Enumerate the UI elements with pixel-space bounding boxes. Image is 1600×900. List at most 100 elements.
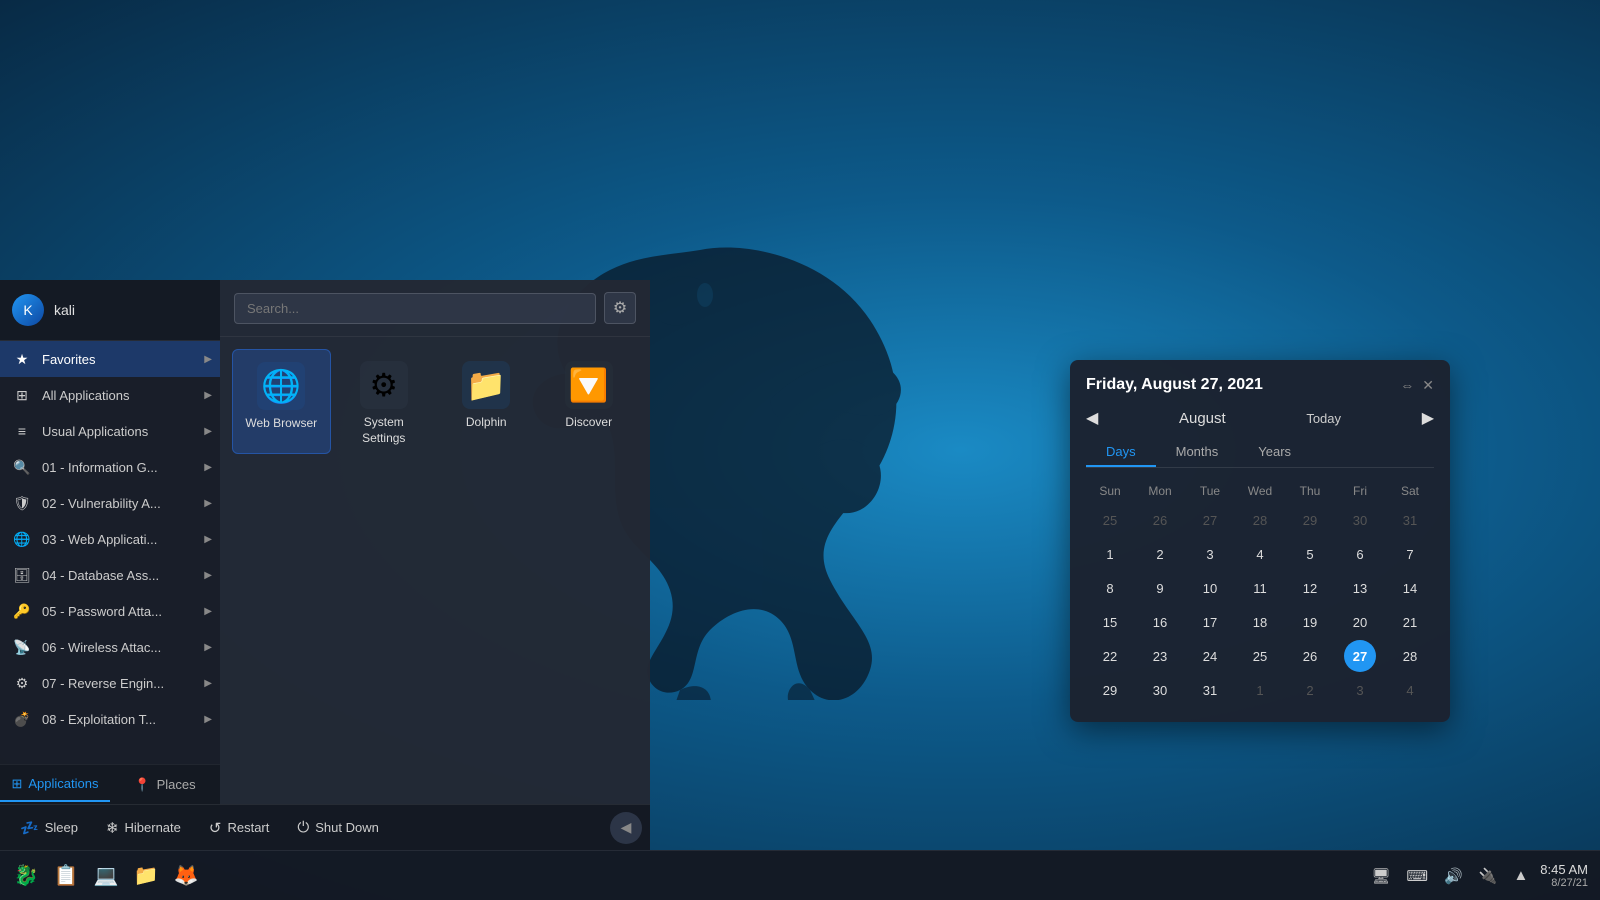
cal-day[interactable]: 9 xyxy=(1144,572,1176,604)
sidebar-item-04-db[interactable]: 🗄 04 - Database Ass... ▶ xyxy=(0,557,220,593)
calendar-close-icon[interactable]: ✕ xyxy=(1422,377,1434,394)
power-btn-hibernate[interactable]: ❄ Hibernate xyxy=(94,813,193,843)
cal-day[interactable]: 4 xyxy=(1244,538,1276,570)
power-btn-restart[interactable]: ↺ Restart xyxy=(197,813,281,843)
calendar-today-btn[interactable]: Today xyxy=(1306,411,1341,426)
tab-applications[interactable]: ⊞ Applications xyxy=(0,768,110,802)
cal-day[interactable]: 3 xyxy=(1194,538,1226,570)
cal-day[interactable]: 15 xyxy=(1094,606,1126,638)
cal-day[interactable]: 10 xyxy=(1194,572,1226,604)
app-item-discover[interactable]: 🔽 Discover xyxy=(540,349,639,454)
cal-day[interactable]: 29 xyxy=(1094,674,1126,706)
clock-widget[interactable]: 8:45 AM 8/27/21 xyxy=(1540,862,1588,889)
cal-day[interactable]: 17 xyxy=(1194,606,1226,638)
cal-day[interactable]: 31 xyxy=(1394,504,1426,536)
cal-day[interactable]: 21 xyxy=(1394,606,1426,638)
cal-day[interactable]: 11 xyxy=(1244,572,1276,604)
taskbar-icon-files[interactable]: 📁 xyxy=(128,858,164,894)
arrow-icon: ▶ xyxy=(204,462,212,473)
sidebar-item-03-web[interactable]: 🌐 03 - Web Applicati... ▶ xyxy=(0,521,220,557)
cal-tab-days[interactable]: Days xyxy=(1086,438,1156,467)
cal-day[interactable]: 27 xyxy=(1194,504,1226,536)
cal-day[interactable]: 12 xyxy=(1294,572,1326,604)
cal-tab-years[interactable]: Years xyxy=(1238,438,1311,467)
app-item-web-browser[interactable]: 🌐 Web Browser xyxy=(232,349,331,454)
taskbar-icon-terminal[interactable]: 💻 xyxy=(88,858,124,894)
taskbar-icon-keyboard[interactable]: ⌨ xyxy=(1402,863,1432,889)
power-btn-shutdown[interactable]: ⏻ Shut Down xyxy=(285,813,390,842)
cal-day[interactable]: 29 xyxy=(1294,504,1326,536)
cal-day[interactable]: 22 xyxy=(1094,640,1126,672)
sidebar-item-07-reverse[interactable]: ⚙ 07 - Reverse Engin... ▶ xyxy=(0,665,220,701)
sidebar-item-06-wireless[interactable]: 📡 06 - Wireless Attac... ▶ xyxy=(0,629,220,665)
cal-day[interactable]: 1 xyxy=(1244,674,1276,706)
calendar-resize-icon[interactable]: ⇔ xyxy=(1400,377,1414,394)
taskbar-icon-up-arrow[interactable]: ▲ xyxy=(1509,863,1532,888)
cal-day[interactable]: 13 xyxy=(1344,572,1376,604)
sidebar-item-all-apps[interactable]: ⊞ All Applications ▶ xyxy=(0,377,220,413)
power-btn-sleep[interactable]: 💤 Sleep xyxy=(8,813,90,843)
cal-day[interactable]: 25 xyxy=(1094,504,1126,536)
tab-places[interactable]: 📍 Places xyxy=(110,769,220,801)
cal-day[interactable]: 6 xyxy=(1344,538,1376,570)
cal-day[interactable]: 18 xyxy=(1244,606,1276,638)
cal-day[interactable]: 30 xyxy=(1144,674,1176,706)
calendar-next-btn[interactable]: ▶ xyxy=(1422,408,1434,428)
cal-today[interactable]: 27 xyxy=(1344,640,1376,672)
taskbar-icon-firefox[interactable]: 🦊 xyxy=(168,858,204,894)
taskbar-icon-network[interactable]: 🔌 xyxy=(1475,863,1502,889)
app-icon-system-settings: ⚙ xyxy=(360,361,408,409)
cal-day[interactable]: 16 xyxy=(1144,606,1176,638)
apps-tab-icon: ⊞ xyxy=(11,776,22,792)
app-item-system-settings[interactable]: ⚙ System Settings xyxy=(335,349,434,454)
sidebar-item-08-exploit[interactable]: 💣 08 - Exploitation T... ▶ xyxy=(0,701,220,737)
cal-day[interactable]: 5 xyxy=(1294,538,1326,570)
user-section[interactable]: K kali xyxy=(0,280,220,341)
cal-day[interactable]: 28 xyxy=(1244,504,1276,536)
clock-time: 8:45 AM xyxy=(1540,862,1588,877)
cal-day[interactable]: 25 xyxy=(1244,640,1276,672)
sidebar-item-05-pass[interactable]: 🔑 05 - Password Atta... ▶ xyxy=(0,593,220,629)
cal-day[interactable]: 2 xyxy=(1144,538,1176,570)
taskbar-icon-volume[interactable]: 🔊 xyxy=(1440,863,1467,889)
back-button[interactable]: ◀ xyxy=(610,812,642,844)
clock-date: 8/27/21 xyxy=(1540,877,1588,889)
sidebar-item-usual-apps[interactable]: ≡ Usual Applications ▶ xyxy=(0,413,220,449)
cal-day[interactable]: 2 xyxy=(1294,674,1326,706)
cal-day[interactable]: 19 xyxy=(1294,606,1326,638)
cal-day[interactable]: 30 xyxy=(1344,504,1376,536)
sidebar-item-02-vuln[interactable]: 🛡 02 - Vulnerability A... ▶ xyxy=(0,485,220,521)
taskbar-icon-kali[interactable]: 🐉 xyxy=(8,858,44,894)
cal-day[interactable]: 20 xyxy=(1344,606,1376,638)
cal-day[interactable]: 8 xyxy=(1094,572,1126,604)
cal-tab-months[interactable]: Months xyxy=(1156,438,1239,467)
cal-day[interactable]: 1 xyxy=(1094,538,1126,570)
calendar-prev-btn[interactable]: ◀ xyxy=(1086,408,1098,428)
cal-day[interactable]: 3 xyxy=(1344,674,1376,706)
cal-day[interactable]: 23 xyxy=(1144,640,1176,672)
app-item-dolphin[interactable]: 📁 Dolphin xyxy=(437,349,536,454)
search-bar: ⚙ xyxy=(220,280,650,337)
cal-day[interactable]: 7 xyxy=(1394,538,1426,570)
arrow-icon: ▶ xyxy=(204,714,212,725)
app-icon-dolphin: 📁 xyxy=(462,361,510,409)
taskbar-icon-notes[interactable]: 📋 xyxy=(48,858,84,894)
cal-day[interactable]: 4 xyxy=(1394,674,1426,706)
sidebar-label-all-apps: All Applications xyxy=(42,388,129,403)
cal-day[interactable]: 24 xyxy=(1194,640,1226,672)
cal-day[interactable]: 28 xyxy=(1394,640,1426,672)
cal-header-thu: Thu xyxy=(1286,480,1334,502)
search-filter-button[interactable]: ⚙ xyxy=(604,292,636,324)
sidebar-item-01-info[interactable]: 🔍 01 - Information G... ▶ xyxy=(0,449,220,485)
calendar-view-tabs: Days Months Years xyxy=(1086,438,1434,468)
sidebar-item-favorites[interactable]: ★ Favorites ▶ xyxy=(0,341,220,377)
nav-tabs-bar: ⊞ Applications 📍 Places xyxy=(0,764,220,804)
cal-day[interactable]: 31 xyxy=(1194,674,1226,706)
search-input[interactable] xyxy=(234,293,596,324)
cal-day[interactable]: 26 xyxy=(1144,504,1176,536)
taskbar-icon-screen[interactable]: 🖥 xyxy=(1367,863,1394,889)
cal-day[interactable]: 14 xyxy=(1394,572,1426,604)
calendar-month-label: August xyxy=(1179,410,1226,427)
cal-day[interactable]: 26 xyxy=(1294,640,1326,672)
sidebar-icon-08-exploit: 💣 xyxy=(12,709,32,729)
